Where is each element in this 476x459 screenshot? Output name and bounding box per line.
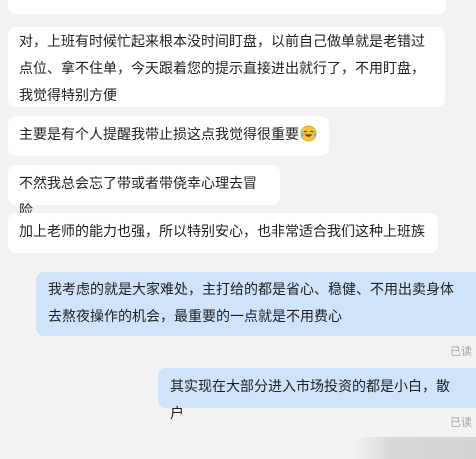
chat-conversation: 对，上班有时候忙起来根本没时间盯盘，以前自己做单就是老错过点位、拿不住单，今天跟… — [0, 0, 476, 459]
message-bubble-4[interactable]: 加上老师的能力也强，所以特别安心，也非常适合我们这种上班族 — [8, 213, 438, 253]
message-text-6: 其实现在大部分进入市场投资的都是小白，散户 — [170, 379, 450, 422]
message-text-4: 加上老师的能力也强，所以特别安心，也非常适合我们这种上班族 — [19, 224, 425, 240]
message-text-1: 对，上班有时候忙起来根本没时间盯盘，以前自己做单就是老错过点位、拿不住单，今天跟… — [19, 34, 425, 104]
read-status: 已读 — [450, 416, 472, 429]
watermark — [354, 437, 476, 459]
message-bubble-1[interactable]: 对，上班有时候忙起来根本没时间盯盘，以前自己做单就是老错过点位、拿不住单，今天跟… — [8, 27, 445, 107]
message-bubble-3[interactable]: 不然我总会忘了带或者带侥幸心理去冒险 — [8, 165, 280, 219]
message-bubble-5[interactable]: 我考虑的就是大家难处，主打给的都是省心、稳健、不用出卖身体去熬夜操作的机会，最重… — [36, 272, 476, 336]
previous-message-bubble-edge — [8, 0, 446, 14]
message-bubble-6[interactable]: 其实现在大部分进入市场投资的都是小白，散户 — [158, 368, 476, 422]
crying-laughing-emoji — [300, 125, 317, 142]
message-text-5: 我考虑的就是大家难处，主打给的都是省心、稳健、不用出卖身体去熬夜操作的机会，最重… — [48, 282, 454, 325]
message-bubble-2[interactable]: 主要是有个人提醒我带止损这点我觉得很重要 — [8, 116, 329, 156]
message-text-2: 主要是有个人提醒我带止损这点我觉得很重要 — [19, 127, 299, 143]
read-status: 已读 — [450, 345, 472, 358]
